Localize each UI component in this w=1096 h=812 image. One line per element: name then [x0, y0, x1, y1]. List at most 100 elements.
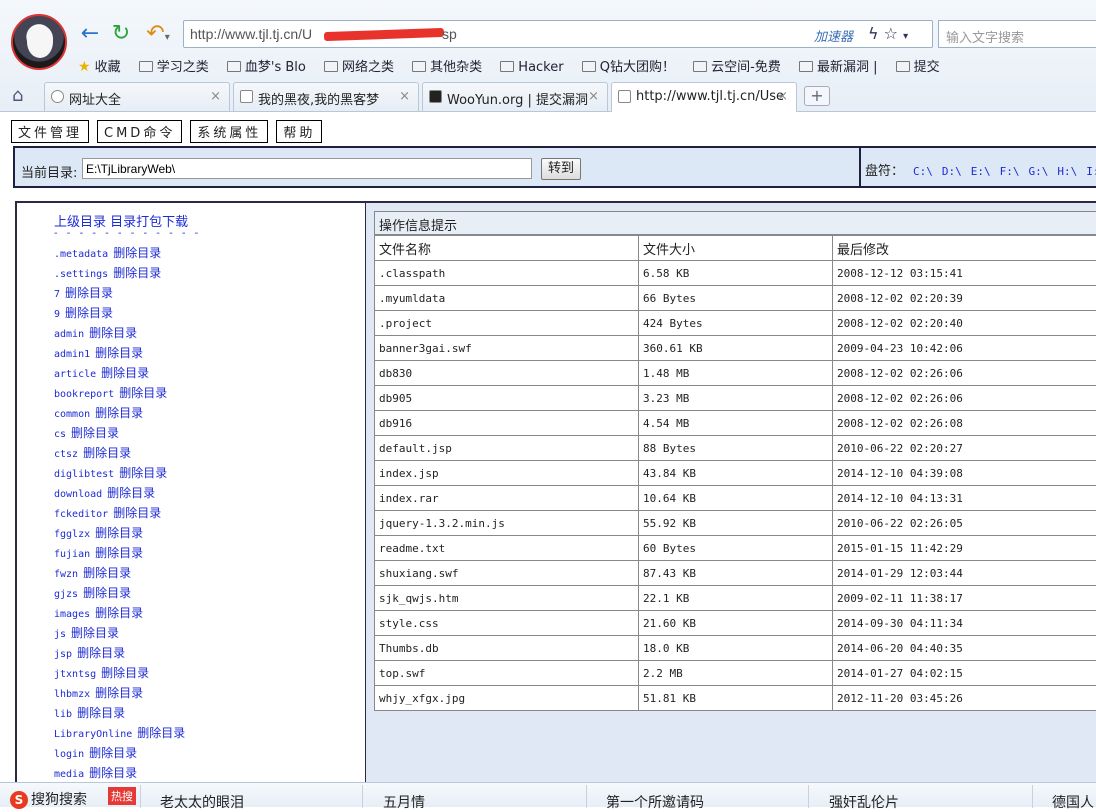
dir-link[interactable]: fwzn: [54, 569, 78, 580]
bookmark-folder[interactable]: Hacker: [500, 60, 563, 75]
dir-link[interactable]: gjzs: [54, 589, 78, 600]
delete-dir-link[interactable]: 删除目录: [71, 426, 119, 440]
file-name-cell[interactable]: jquery-1.3.2.min.js: [375, 511, 639, 536]
delete-dir-link[interactable]: 删除目录: [95, 546, 143, 560]
delete-dir-link[interactable]: 删除目录: [83, 566, 131, 580]
delete-dir-link[interactable]: 删除目录: [107, 486, 155, 500]
delete-dir-link[interactable]: 删除目录: [113, 246, 161, 260]
menu-help[interactable]: 帮助: [276, 120, 322, 143]
delete-dir-link[interactable]: 删除目录: [95, 346, 143, 360]
file-name-cell[interactable]: .myumldata: [375, 286, 639, 311]
drive-link[interactable]: I:: [1086, 165, 1096, 178]
star-icon[interactable]: ☆: [884, 24, 898, 43]
file-name-cell[interactable]: whjy_xfgx.jpg: [375, 686, 639, 711]
dir-link[interactable]: download: [54, 489, 102, 500]
delete-dir-link[interactable]: 删除目录: [65, 306, 113, 320]
bookmark-page[interactable]: 最新漏洞 |: [799, 56, 878, 75]
bookmark-folder[interactable]: 其他杂类: [412, 56, 482, 75]
delete-dir-link[interactable]: 删除目录: [77, 646, 125, 660]
delete-dir-link[interactable]: 删除目录: [95, 526, 143, 540]
dir-link[interactable]: 7: [54, 289, 60, 300]
tab-active[interactable]: http://www.tjl.tj.cn/Use×: [611, 82, 797, 112]
dir-link[interactable]: fgglzx: [54, 529, 90, 540]
dir-link[interactable]: LibraryOnline: [54, 729, 132, 740]
menu-system-properties[interactable]: 系统属性: [190, 120, 268, 143]
dir-link[interactable]: jtxntsg: [54, 669, 96, 680]
file-name-cell[interactable]: style.css: [375, 611, 639, 636]
delete-dir-link[interactable]: 删除目录: [101, 366, 149, 380]
dir-link[interactable]: js: [54, 629, 66, 640]
accelerator-label[interactable]: 加速器: [814, 26, 853, 45]
file-name-cell[interactable]: .project: [375, 311, 639, 336]
file-name-cell[interactable]: shuxiang.swf: [375, 561, 639, 586]
delete-dir-link[interactable]: 删除目录: [83, 586, 131, 600]
bookmark-page[interactable]: 云空间-免费: [693, 56, 781, 75]
tab-2[interactable]: 我的黑夜,我的黑客梦×: [233, 82, 419, 111]
file-name-cell[interactable]: Thumbs.db: [375, 636, 639, 661]
delete-dir-link[interactable]: 删除目录: [89, 766, 137, 780]
file-name-cell[interactable]: db905: [375, 386, 639, 411]
file-name-cell[interactable]: readme.txt: [375, 536, 639, 561]
tab-1[interactable]: 网址大全×: [44, 82, 230, 111]
delete-dir-link[interactable]: 删除目录: [89, 326, 137, 340]
dir-link[interactable]: common: [54, 409, 90, 420]
delete-dir-link[interactable]: 删除目录: [137, 726, 185, 740]
delete-dir-link[interactable]: 删除目录: [119, 386, 167, 400]
close-icon[interactable]: ×: [588, 89, 599, 104]
drive-link[interactable]: F:\: [1000, 165, 1020, 178]
file-name-cell[interactable]: db830: [375, 361, 639, 386]
close-icon[interactable]: ×: [210, 89, 221, 104]
file-name-cell[interactable]: db916: [375, 411, 639, 436]
dir-link[interactable]: admin1: [54, 349, 90, 360]
back-button[interactable]: ←: [76, 20, 104, 48]
new-tab-button[interactable]: +: [804, 86, 830, 106]
home-icon[interactable]: ⌂: [12, 85, 23, 106]
drive-link[interactable]: D:\: [942, 165, 962, 178]
close-icon[interactable]: ×: [777, 89, 788, 104]
close-icon[interactable]: ×: [399, 89, 410, 104]
news-link[interactable]: 强奸乱伦片: [829, 792, 899, 812]
dir-link[interactable]: bookreport: [54, 389, 114, 400]
bookmark-folder[interactable]: 网络之类: [324, 56, 394, 75]
bookmark-page[interactable]: 血梦's Blo: [227, 56, 306, 75]
menu-cmd[interactable]: CMD命令: [97, 120, 182, 143]
dir-link[interactable]: lib: [54, 709, 72, 720]
news-link[interactable]: 第一个所邀请码: [606, 792, 704, 812]
drive-link[interactable]: H:\: [1057, 165, 1077, 178]
delete-dir-link[interactable]: 删除目录: [71, 626, 119, 640]
dir-link[interactable]: admin: [54, 329, 84, 340]
drive-link[interactable]: G:\: [1029, 165, 1049, 178]
dir-link[interactable]: media: [54, 769, 84, 780]
file-name-cell[interactable]: .classpath: [375, 261, 639, 286]
file-name-cell[interactable]: banner3gai.swf: [375, 336, 639, 361]
dir-link[interactable]: diglibtest: [54, 469, 114, 480]
dir-link[interactable]: images: [54, 609, 90, 620]
undo-button[interactable]: ↶▾: [140, 20, 176, 48]
drive-link[interactable]: C:\: [913, 165, 933, 178]
dir-link[interactable]: fckeditor: [54, 509, 108, 520]
dir-link[interactable]: fujian: [54, 549, 90, 560]
bookmark-page[interactable]: 提交: [896, 56, 940, 75]
address-bar[interactable]: http://www.tjl.tj.cn/U sp 加速器 ϟ ☆ ▾: [183, 20, 933, 48]
dir-link[interactable]: .settings: [54, 269, 108, 280]
delete-dir-link[interactable]: 删除目录: [77, 706, 125, 720]
search-box[interactable]: 输入文字搜索: [938, 20, 1096, 48]
bookmark-page[interactable]: Q钻大团购！: [582, 56, 675, 75]
delete-dir-link[interactable]: 删除目录: [83, 446, 131, 460]
file-name-cell[interactable]: top.swf: [375, 661, 639, 686]
delete-dir-link[interactable]: 删除目录: [65, 286, 113, 300]
delete-dir-link[interactable]: 删除目录: [95, 406, 143, 420]
delete-dir-link[interactable]: 删除目录: [89, 746, 137, 760]
delete-dir-link[interactable]: 删除目录: [119, 466, 167, 480]
dir-link[interactable]: jsp: [54, 649, 72, 660]
delete-dir-link[interactable]: 删除目录: [95, 686, 143, 700]
news-link[interactable]: 德国人: [1052, 792, 1094, 812]
file-name-cell[interactable]: default.jsp: [375, 436, 639, 461]
refresh-button[interactable]: ↻: [107, 20, 135, 48]
dir-link[interactable]: .metadata: [54, 249, 108, 260]
goto-button[interactable]: 转到: [541, 158, 581, 180]
dir-link[interactable]: cs: [54, 429, 66, 440]
news-link[interactable]: 老太太的眼泪: [160, 792, 244, 812]
delete-dir-link[interactable]: 删除目录: [113, 506, 161, 520]
news-link[interactable]: 五月情: [383, 792, 425, 812]
